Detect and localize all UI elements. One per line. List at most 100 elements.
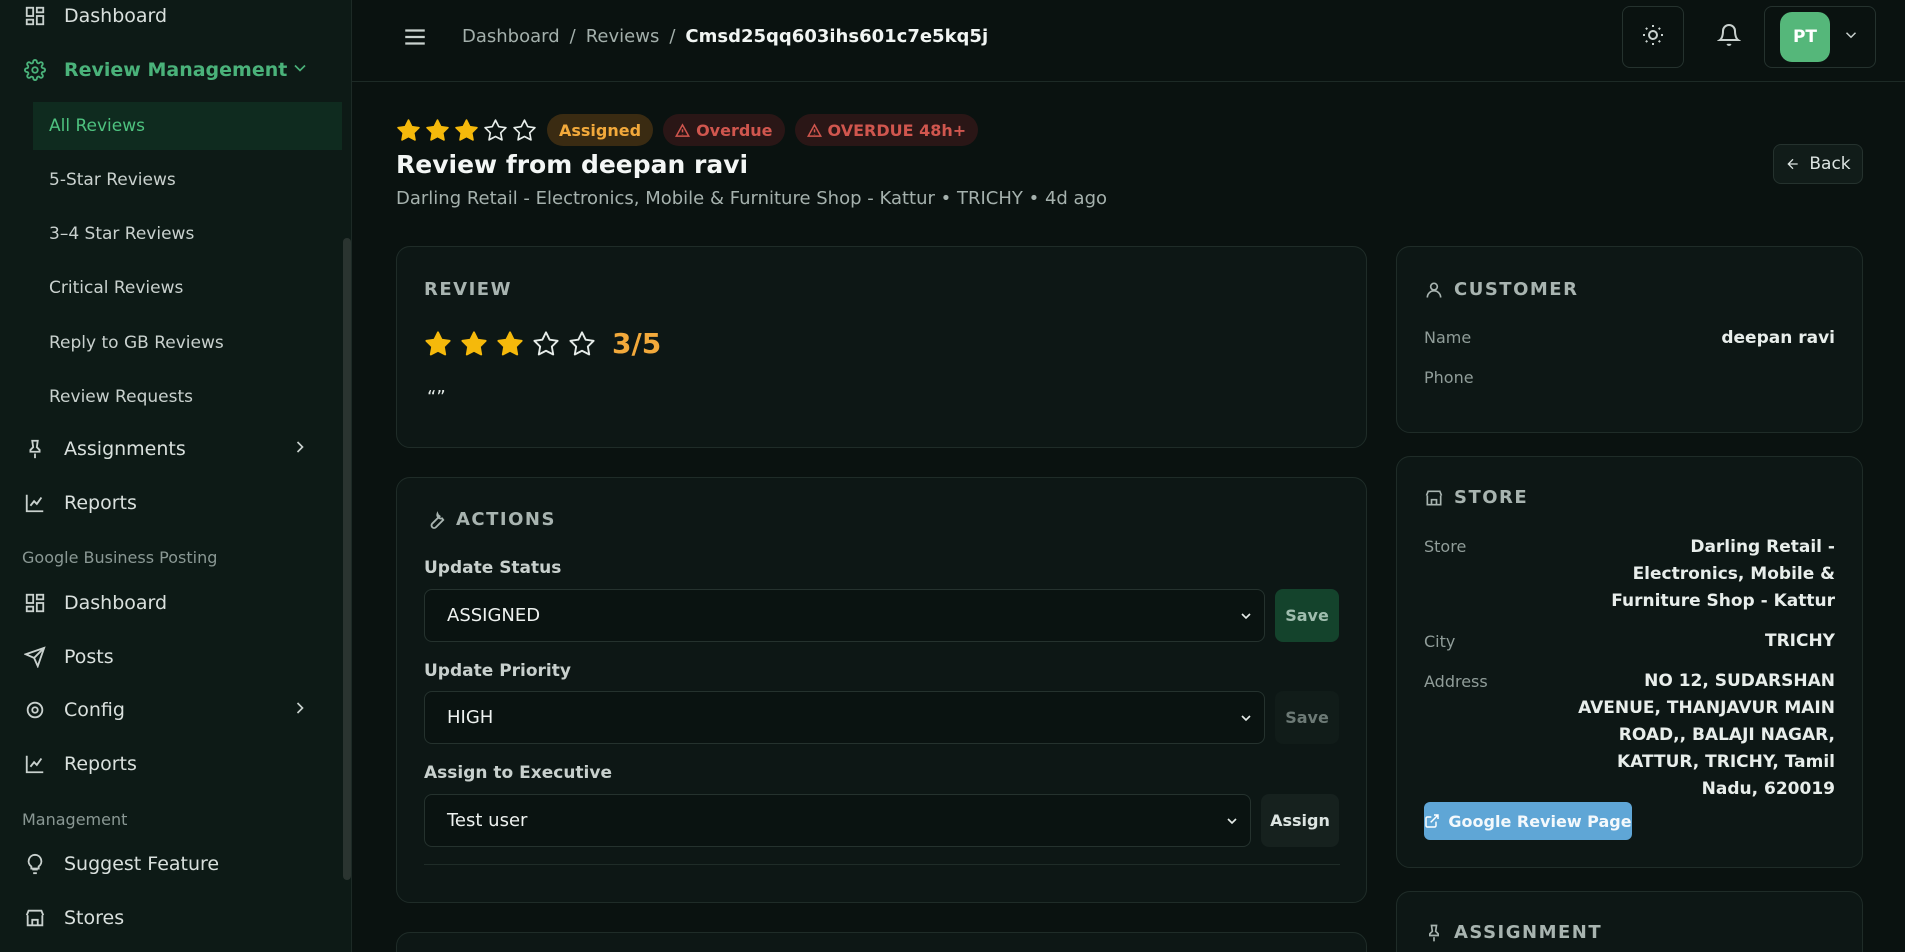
chevron-down-icon xyxy=(1238,710,1254,731)
sidebar-sub-label: Review Requests xyxy=(49,387,193,407)
arrow-left-icon xyxy=(1787,158,1799,170)
sidebar-item-gbp-dashboard[interactable]: Dashboard xyxy=(22,583,320,623)
line-chart-icon xyxy=(22,751,48,777)
chevron-down-icon xyxy=(1842,26,1860,48)
sidebar-sub-3-4-star-reviews[interactable]: 3–4 Star Reviews xyxy=(33,210,342,258)
gear-icon xyxy=(22,57,48,83)
back-button-label: Back xyxy=(1809,154,1851,174)
store-label: Store xyxy=(1424,537,1467,556)
assignment-card-heading: ASSIGNMENT xyxy=(1454,922,1603,943)
sidebar-group-management: Management xyxy=(22,810,128,829)
sidebar-item-assignments[interactable]: Assignments xyxy=(22,429,320,469)
breadcrumb-reviews[interactable]: Reviews xyxy=(586,26,660,47)
executive-select[interactable]: Test user xyxy=(424,794,1251,847)
star-empty-icon xyxy=(569,330,595,355)
sidebar-item-review-management[interactable]: Review Management xyxy=(22,50,320,90)
breadcrumb-separator: / xyxy=(569,26,576,47)
sidebar-sub-5-star-reviews[interactable]: 5-Star Reviews xyxy=(33,156,342,204)
sidebar-item-dashboard[interactable]: Dashboard xyxy=(22,0,320,36)
dashboard-icon xyxy=(22,590,48,616)
sidebar-item-label: Dashboard xyxy=(64,5,168,27)
divider xyxy=(424,864,1340,865)
breadcrumb-current: Cmsd25qq603ihs601c7e5kq5j xyxy=(685,26,989,47)
sidebar-sub-critical-reviews[interactable]: Critical Reviews xyxy=(33,264,342,312)
assign-button[interactable]: Assign xyxy=(1261,794,1339,847)
customer-phone-label: Phone xyxy=(1424,368,1474,387)
priority-save-button[interactable]: Save xyxy=(1275,691,1339,744)
address-value: NO 12, SUDARSHAN AVENUE, THANJAVUR MAIN … xyxy=(1578,671,1835,799)
review-card-heading: REVIEW xyxy=(424,279,512,300)
bell-icon xyxy=(1716,23,1742,51)
breadcrumb-dashboard[interactable]: Dashboard xyxy=(462,26,560,47)
overdue-badge: Overdue xyxy=(663,114,785,146)
overdue-badge-label: Overdue xyxy=(696,120,773,140)
chevron-down-icon xyxy=(1238,608,1254,629)
sidebar-item-label: Suggest Feature xyxy=(64,853,220,875)
header-rating-stars xyxy=(396,118,537,143)
sidebar-item-label: Config xyxy=(64,699,125,721)
actions-card-heading: ACTIONS xyxy=(456,508,556,530)
google-review-page-button[interactable]: Google Review Page xyxy=(1424,802,1632,840)
sidebar: Dashboard Review Management All Reviews … xyxy=(0,0,352,952)
header-meta: Assigned Overdue OVERDUE 48h+ xyxy=(396,114,979,146)
star-filled-icon xyxy=(425,330,451,355)
sidebar-sub-label: Critical Reviews xyxy=(49,278,184,298)
customer-name-value: deepan ravi xyxy=(1721,328,1835,348)
page-subtitle: Darling Retail - Electronics, Mobile & F… xyxy=(396,188,1108,209)
line-chart-icon xyxy=(22,490,48,516)
sun-icon xyxy=(1641,23,1665,51)
back-button[interactable]: Back xyxy=(1773,144,1863,184)
page-title: Review from deepan ravi xyxy=(396,150,749,179)
sidebar-item-label: Reports xyxy=(64,492,137,514)
customer-card-heading: CUSTOMER xyxy=(1454,279,1579,300)
priority-select-value: HIGH xyxy=(447,707,494,728)
sidebar-sub-label: 3–4 Star Reviews xyxy=(49,224,195,244)
send-icon xyxy=(22,644,48,670)
sidebar-item-suggest-feature[interactable]: Suggest Feature xyxy=(22,844,320,884)
breadcrumb-separator: / xyxy=(669,26,676,47)
status-save-button[interactable]: Save xyxy=(1275,589,1339,642)
priority-select[interactable]: HIGH xyxy=(424,691,1265,744)
sidebar-item-reports[interactable]: Reports xyxy=(22,483,320,523)
menu-icon[interactable] xyxy=(402,24,428,54)
status-select-value: ASSIGNED xyxy=(447,605,541,626)
warning-icon xyxy=(806,122,822,137)
star-filled-icon xyxy=(455,118,478,141)
sidebar-item-stores[interactable]: Stores xyxy=(22,898,320,938)
theme-toggle-button[interactable] xyxy=(1622,6,1684,68)
sidebar-sub-label: Reply to GB Reviews xyxy=(49,333,224,353)
store-icon xyxy=(1425,490,1443,505)
sidebar-item-config[interactable]: Config xyxy=(22,690,320,730)
sidebar-item-gbp-reports[interactable]: Reports xyxy=(22,744,320,784)
sidebar-sub-reply-gb-reviews[interactable]: Reply to GB Reviews xyxy=(33,319,342,367)
city-label: City xyxy=(1424,632,1456,651)
user-menu-button[interactable]: PT xyxy=(1764,6,1876,68)
chevron-right-icon xyxy=(290,698,310,723)
sidebar-scrollbar[interactable] xyxy=(343,238,351,880)
star-empty-icon xyxy=(533,330,559,355)
chevron-down-icon xyxy=(290,58,310,83)
sidebar-sub-all-reviews[interactable]: All Reviews xyxy=(33,102,342,150)
customer-card-header: CUSTOMER xyxy=(1424,279,1578,300)
sidebar-item-label: Review Management xyxy=(64,59,288,81)
lightbulb-icon xyxy=(22,851,48,877)
notifications-button[interactable] xyxy=(1698,6,1760,68)
gear-icon xyxy=(22,697,48,723)
review-rating-stars xyxy=(424,330,596,358)
status-select[interactable]: ASSIGNED xyxy=(424,589,1265,642)
address-label: Address xyxy=(1424,672,1488,691)
sidebar-sub-review-requests[interactable]: Review Requests xyxy=(33,373,342,421)
dashboard-icon xyxy=(22,3,48,29)
assignment-card-header: ASSIGNMENT xyxy=(1424,922,1602,943)
pin-icon xyxy=(22,436,48,462)
status-badge: Assigned xyxy=(547,114,654,146)
google-review-page-label: Google Review Page xyxy=(1448,811,1632,831)
sidebar-item-label: Stores xyxy=(64,907,125,929)
sidebar-item-posts[interactable]: Posts xyxy=(22,637,320,677)
store-card-heading: STORE xyxy=(1454,487,1529,508)
chevron-right-icon xyxy=(290,437,310,462)
review-text: “” xyxy=(427,387,446,408)
update-priority-label: Update Priority xyxy=(424,661,571,681)
sidebar-sub-label: 5-Star Reviews xyxy=(49,170,176,190)
sidebar-item-label: Dashboard xyxy=(64,592,168,614)
